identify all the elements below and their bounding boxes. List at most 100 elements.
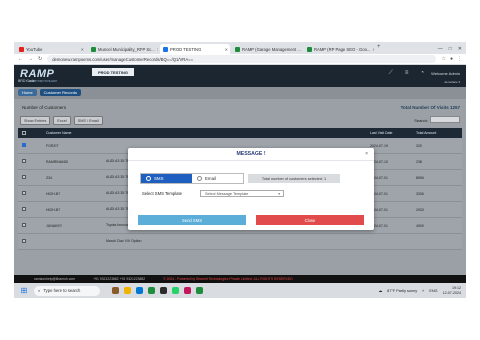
taskbar-app-icon[interactable] xyxy=(172,287,179,294)
taskbar-app-icon[interactable] xyxy=(196,287,203,294)
row-checkbox[interactable] xyxy=(18,207,46,212)
row-checkbox[interactable] xyxy=(18,191,46,196)
table-actions: Show Entries Excel SMS / Email xyxy=(20,116,103,125)
app-header: RAMP THE AUTOMOTIVE ERP PROD TESTING BRD… xyxy=(14,65,466,87)
browser-tab-sheet-2[interactable]: RAMP (Garage Management ... ✕ xyxy=(232,44,302,54)
taskbar-app-icon[interactable] xyxy=(148,287,155,294)
row-checkbox[interactable] xyxy=(18,143,46,148)
breadcrumb-current: Customer Records xyxy=(39,89,82,96)
cell-last-visit-date: 2024-07-01 xyxy=(370,223,388,228)
cell-customer-name: Z34 xyxy=(46,175,53,180)
forward-icon[interactable]: → xyxy=(28,56,33,62)
taskbar-app-icon[interactable] xyxy=(124,287,131,294)
channel-radio-group: SMS Email xyxy=(140,173,244,184)
modal-title: MESSAGE ! xyxy=(236,151,266,157)
footer-email[interactable]: ramsionhelp@lihamoh.com xyxy=(34,277,75,281)
col-customer-name[interactable]: Customer Name xyxy=(46,131,106,135)
row-checkbox[interactable] xyxy=(18,175,46,180)
windows-start-icon[interactable]: ⊞ xyxy=(18,285,30,297)
url-field[interactable]: demonew.rampoems.com/user/manageCustomer… xyxy=(47,55,437,63)
close-window-icon[interactable]: ✕ xyxy=(458,46,462,52)
taskbar-app-icon[interactable] xyxy=(160,287,167,294)
profile-icon[interactable]: ● xyxy=(450,56,453,62)
send-sms-button[interactable]: Send SMS xyxy=(138,215,246,225)
cell-customer-name: FORZIT xyxy=(46,143,59,148)
col-last-visit-date[interactable]: Last Visit Date xyxy=(370,131,416,135)
taskbar-search[interactable]: ⌕ Type here to search xyxy=(34,285,100,296)
browser-tab-prod-testing[interactable]: PROD TESTING ✕ xyxy=(160,44,230,54)
checkbox-icon[interactable] xyxy=(22,223,26,227)
breadcrumb-home[interactable]: Home xyxy=(18,89,37,96)
footer-copyright: © 2024 - Powered by Shamrit Technologies… xyxy=(163,277,293,281)
reload-icon[interactable]: ↻ xyxy=(38,56,42,62)
search-input[interactable] xyxy=(430,116,460,123)
taskbar-app-icon[interactable] xyxy=(136,287,143,294)
email-radio-label: Email xyxy=(205,176,216,181)
minimize-icon[interactable]: — xyxy=(438,46,443,52)
cell-total-amount: 4900 xyxy=(416,223,424,228)
sms-email-button[interactable]: SMS / Email xyxy=(73,116,103,125)
chart-icon[interactable]: ⟋ xyxy=(389,70,393,77)
close-tab-icon[interactable]: ✕ xyxy=(225,47,228,52)
new-tab-button[interactable]: + xyxy=(377,44,381,54)
language-indicator[interactable]: ENG xyxy=(429,289,437,293)
app-viewport: RAMP THE AUTOMOTIVE ERP PROD TESTING BRD… xyxy=(14,65,466,275)
cell-last-visit-date: 2024-07-01 xyxy=(370,191,388,196)
close-tab-icon[interactable]: ✕ xyxy=(372,47,374,52)
close-tab-icon[interactable]: ✕ xyxy=(81,47,84,52)
close-tab-icon[interactable]: ✕ xyxy=(157,47,158,52)
close-button[interactable]: Close xyxy=(256,215,364,225)
cell-total-amount: 2933 xyxy=(416,207,424,212)
radio-icon xyxy=(197,176,202,181)
row-checkbox[interactable] xyxy=(18,239,46,244)
row-checkbox[interactable] xyxy=(18,223,46,228)
youtube-icon xyxy=(19,46,24,52)
checkbox-icon[interactable] xyxy=(22,159,26,163)
browser-window: YouTube ✕ Muncel Municipality_RFP Sc... … xyxy=(14,42,466,298)
back-icon[interactable]: ← xyxy=(18,56,23,62)
select-all-checkbox[interactable] xyxy=(18,130,46,136)
weather-text[interactable]: 87°F Partly sunny xyxy=(387,289,417,293)
template-select[interactable]: Select Message Template ▾ xyxy=(200,190,284,197)
sms-radio[interactable]: SMS xyxy=(141,174,192,183)
menu-icon[interactable]: ⋮ xyxy=(457,56,462,62)
cell-total-amount: 8596 xyxy=(416,175,424,180)
template-label: Select SMS Template xyxy=(142,191,182,196)
browser-tab-youtube[interactable]: YouTube ✕ xyxy=(16,44,86,54)
show-entries-button[interactable]: Show Entries xyxy=(20,116,51,125)
message-modal: MESSAGE ! × SMS Email Total number of cu… xyxy=(128,148,374,230)
welcome-user[interactable]: Welcome Admin xyxy=(431,71,460,76)
browser-tab-sheet-3[interactable]: RAMP (RP Page SEO - Goo... ✕ xyxy=(304,44,374,54)
modal-divider xyxy=(128,160,374,161)
clock[interactable]: 19:12 12-07-2024 xyxy=(443,286,461,295)
close-icon[interactable]: × xyxy=(365,151,368,157)
checkbox-icon[interactable] xyxy=(22,175,26,179)
total-visits: Total Number Of Visits 1257 xyxy=(400,105,460,110)
breadcrumb: Home Customer Records xyxy=(18,89,82,96)
cell-last-visit-date: 2024-07-01 xyxy=(370,207,388,212)
browser-tab-sheet-1[interactable]: Muncel Municipality_RFP Sc... ✕ xyxy=(88,44,158,54)
taskbar-app-icon[interactable] xyxy=(112,287,119,294)
site-select[interactable]: demoface ▾ xyxy=(444,80,460,84)
table-row[interactable]: Maruti Ciaz VXi Option xyxy=(18,234,462,250)
radio-icon xyxy=(146,176,151,181)
maximize-icon[interactable]: □ xyxy=(449,46,452,52)
section-title: Number of Customers xyxy=(22,105,67,110)
checkbox-icon[interactable] xyxy=(22,191,26,195)
col-total-amount[interactable]: Total Amount xyxy=(416,131,462,135)
menu-icon[interactable]: ≡ xyxy=(405,70,409,77)
checkbox-icon[interactable] xyxy=(22,239,26,243)
excel-button[interactable]: Excel xyxy=(53,116,71,125)
star-icon[interactable]: ☆ xyxy=(441,56,445,62)
row-checkbox[interactable] xyxy=(18,159,46,164)
taskbar-search-placeholder: Type here to search xyxy=(43,288,81,293)
taskbar-app-icon[interactable] xyxy=(184,287,191,294)
tab-label: RAMP (Garage Management ... xyxy=(242,46,301,52)
chevron-up-icon[interactable]: ˄ xyxy=(422,289,424,293)
cell-total-amount: 3336 xyxy=(416,191,424,196)
checkbox-icon[interactable] xyxy=(22,143,26,147)
browser-tools: ☆ ● ⋮ xyxy=(441,56,462,62)
checkbox-icon[interactable] xyxy=(22,207,26,211)
bell-icon[interactable]: ◔ xyxy=(420,70,424,77)
email-radio[interactable]: Email xyxy=(192,174,243,183)
